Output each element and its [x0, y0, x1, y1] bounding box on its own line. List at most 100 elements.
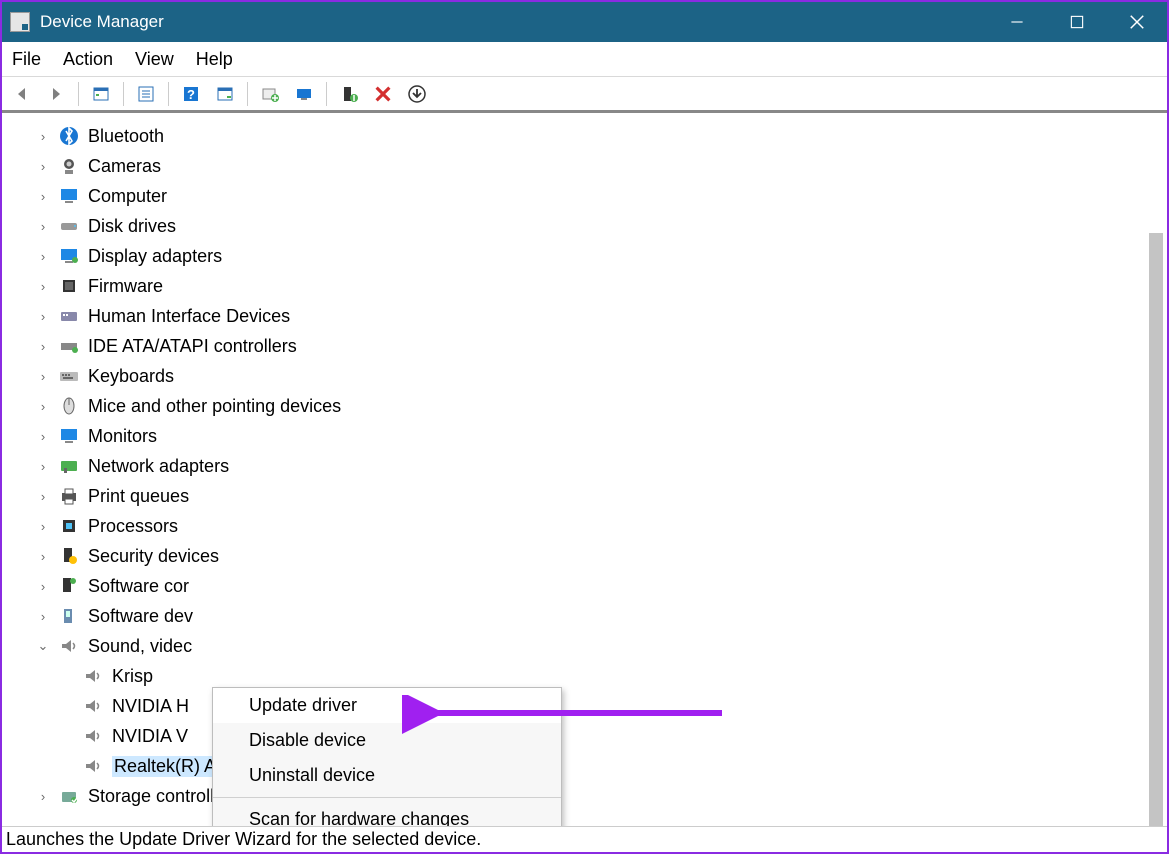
tree-category[interactable]: ⌄Sound, videc [36, 631, 1167, 661]
titlebar: Device Manager [2, 2, 1167, 42]
tree-category-label: Print queues [88, 486, 189, 507]
update-driver-button[interactable] [256, 81, 284, 107]
menu-help[interactable]: Help [196, 49, 233, 70]
chevron-right-icon[interactable]: › [36, 459, 50, 474]
software2-icon [58, 605, 80, 627]
tree-category-label: Disk drives [88, 216, 176, 237]
speaker-icon [82, 755, 104, 777]
remove-device-button[interactable] [369, 81, 397, 107]
chevron-right-icon[interactable]: › [36, 429, 50, 444]
tree-category[interactable]: ›Software dev [36, 601, 1167, 631]
menubar: File Action View Help [2, 42, 1167, 77]
tree-category[interactable]: ›Storage controllers [36, 781, 1167, 811]
speaker-icon [82, 695, 104, 717]
enable-device-button[interactable] [335, 81, 363, 107]
statusbar: Launches the Update Driver Wizard for th… [2, 826, 1167, 852]
menu-action[interactable]: Action [63, 49, 113, 70]
context-scan-hardware[interactable]: Scan for hardware changes [213, 802, 561, 826]
device-tree[interactable]: ›Bluetooth›Cameras›Computer›Disk drives›… [2, 113, 1167, 826]
tree-category[interactable]: › Software cor [36, 571, 1167, 601]
computer-icon [58, 185, 80, 207]
properties-button[interactable] [132, 81, 160, 107]
window-title: Device Manager [40, 12, 164, 32]
tree-category-label: Computer [88, 186, 167, 207]
details-button[interactable] [211, 81, 239, 107]
chevron-right-icon[interactable]: › [36, 519, 50, 534]
context-menu: Update driver Disable device Uninstall d… [212, 687, 562, 826]
chevron-right-icon[interactable]: › [36, 309, 50, 324]
nav-back-button[interactable] [8, 81, 36, 107]
tree-category[interactable]: › Keyboards [36, 361, 1167, 391]
chevron-right-icon[interactable]: › [36, 189, 50, 204]
tree-category-label: Cameras [88, 156, 161, 177]
minimize-button[interactable] [987, 2, 1047, 42]
chevron-right-icon[interactable]: › [36, 279, 50, 294]
tree-category-label: Keyboards [88, 366, 174, 387]
tree-category[interactable]: ›IDE ATA/ATAPI controllers [36, 331, 1167, 361]
speaker-icon [82, 725, 104, 747]
security-icon [58, 545, 80, 567]
nav-forward-button[interactable] [42, 81, 70, 107]
tree-category[interactable]: › Security devices [36, 541, 1167, 571]
menu-file[interactable]: File [12, 49, 41, 70]
tree-category-label: Firmware [88, 276, 163, 297]
software-icon [58, 575, 80, 597]
network-icon [58, 455, 80, 477]
chevron-right-icon[interactable]: › [36, 489, 50, 504]
tree-category[interactable]: ›Processors [36, 511, 1167, 541]
context-update-driver[interactable]: Update driver [213, 688, 561, 723]
tree-category[interactable]: ›Bluetooth [36, 121, 1167, 151]
statusbar-text: Launches the Update Driver Wizard for th… [6, 829, 481, 850]
chevron-right-icon[interactable]: › [36, 159, 50, 174]
tree-category[interactable]: › Computer [36, 181, 1167, 211]
tree-category[interactable]: › Print queues [36, 481, 1167, 511]
scan-hardware-button[interactable] [290, 81, 318, 107]
chevron-right-icon[interactable]: › [36, 249, 50, 264]
tree-device-label: Krisp [112, 666, 153, 687]
sound-icon [58, 635, 80, 657]
maximize-button[interactable] [1047, 2, 1107, 42]
speaker-icon [82, 665, 104, 687]
chevron-right-icon[interactable]: › [36, 129, 50, 144]
chevron-right-icon[interactable]: › [36, 609, 50, 624]
tree-category-label: Monitors [88, 426, 157, 447]
chevron-right-icon[interactable]: › [36, 549, 50, 564]
tree-category-label: Mice and other pointing devices [88, 396, 341, 417]
tree-category[interactable]: › Display adapters [36, 241, 1167, 271]
firmware-icon [58, 275, 80, 297]
show-hidden-button[interactable] [87, 81, 115, 107]
tree-category[interactable]: › Cameras [36, 151, 1167, 181]
menu-view[interactable]: View [135, 49, 174, 70]
display-icon [58, 245, 80, 267]
chevron-right-icon[interactable]: › [36, 339, 50, 354]
vertical-scrollbar[interactable] [1149, 233, 1163, 826]
tree-category[interactable]: › Monitors [36, 421, 1167, 451]
svg-text:?: ? [187, 87, 195, 102]
window-controls [987, 2, 1167, 42]
chevron-right-icon[interactable]: › [36, 399, 50, 414]
context-disable-device[interactable]: Disable device [213, 723, 561, 758]
close-button[interactable] [1107, 2, 1167, 42]
tree-category[interactable]: › Disk drives [36, 211, 1167, 241]
context-separator [213, 797, 561, 798]
help-button[interactable]: ? [177, 81, 205, 107]
tree-category[interactable]: ›Human Interface Devices [36, 301, 1167, 331]
camera-icon [58, 155, 80, 177]
tree-category-label: Software cor [88, 576, 189, 597]
printer-icon [58, 485, 80, 507]
toolbar: ? [2, 77, 1167, 113]
chevron-right-icon[interactable]: › [36, 219, 50, 234]
tree-category-label: Security devices [88, 546, 219, 567]
tree-category[interactable]: › Firmware [36, 271, 1167, 301]
chevron-down-icon[interactable]: ⌄ [36, 638, 50, 654]
chevron-right-icon[interactable]: › [36, 369, 50, 384]
context-uninstall-device[interactable]: Uninstall device [213, 758, 561, 793]
chevron-right-icon[interactable]: › [36, 789, 50, 804]
chevron-right-icon[interactable]: › [36, 579, 50, 594]
uninstall-button[interactable] [403, 81, 431, 107]
tree-category-label: Display adapters [88, 246, 222, 267]
disk-icon [58, 215, 80, 237]
tree-category[interactable]: › Mice and other pointing devices [36, 391, 1167, 421]
tree-category[interactable]: ›Network adapters [36, 451, 1167, 481]
tree-device-label: NVIDIA V [112, 726, 188, 747]
